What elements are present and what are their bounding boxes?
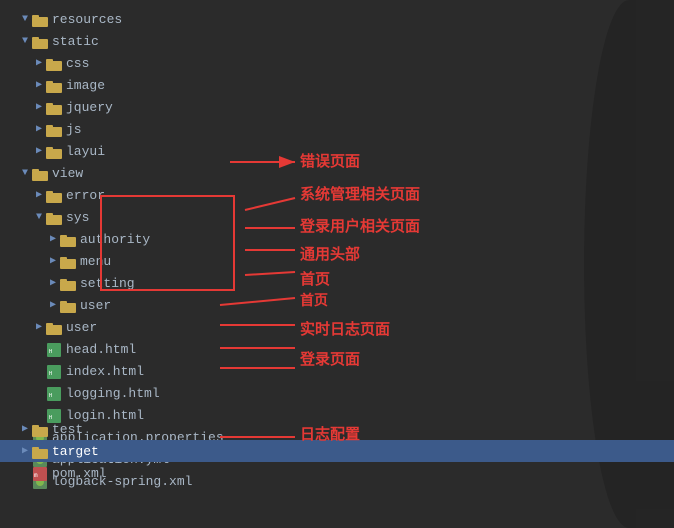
folder-icon bbox=[32, 13, 48, 25]
tree-item[interactable]: layui bbox=[0, 140, 674, 162]
tree-item[interactable]: H head.html bbox=[0, 338, 674, 360]
item-label: layui bbox=[66, 144, 105, 159]
tree-item[interactable]: H logging.html bbox=[0, 382, 674, 404]
maven-file-icon: m bbox=[32, 466, 48, 480]
item-label: resources bbox=[52, 12, 122, 27]
folder-icon bbox=[32, 167, 48, 179]
expand-arrow[interactable] bbox=[18, 445, 32, 457]
item-label: setting bbox=[80, 276, 135, 291]
tree-item[interactable]: css bbox=[0, 52, 674, 74]
folder-icon bbox=[46, 211, 62, 223]
item-label: test bbox=[52, 422, 83, 437]
folder-icon bbox=[46, 321, 62, 333]
folder-icon bbox=[46, 189, 62, 201]
bottom-tree: test target m pom.xml bbox=[0, 418, 674, 484]
tree-item[interactable]: user bbox=[0, 316, 674, 338]
expand-arrow[interactable] bbox=[46, 277, 60, 289]
item-label: head.html bbox=[66, 342, 136, 357]
expand-arrow[interactable] bbox=[46, 233, 60, 245]
expand-arrow[interactable] bbox=[32, 123, 46, 135]
tree-item[interactable]: js bbox=[0, 118, 674, 140]
svg-text:H: H bbox=[49, 349, 52, 355]
item-label: menu bbox=[80, 254, 111, 269]
svg-text:H: H bbox=[49, 371, 52, 377]
item-label: pom.xml bbox=[52, 466, 107, 481]
tree-item[interactable]: user bbox=[0, 294, 674, 316]
item-label: jquery bbox=[66, 100, 113, 115]
expand-arrow[interactable] bbox=[32, 212, 46, 223]
folder-icon bbox=[32, 445, 48, 457]
item-label: error bbox=[66, 188, 105, 203]
expand-arrow[interactable] bbox=[32, 321, 46, 333]
item-label: authority bbox=[80, 232, 150, 247]
tree-item[interactable]: target bbox=[0, 440, 674, 462]
folder-icon bbox=[46, 101, 62, 113]
tree-item[interactable]: sys bbox=[0, 206, 674, 228]
svg-text:H: H bbox=[49, 393, 52, 399]
tree-item[interactable]: setting bbox=[0, 272, 674, 294]
html-file-icon: H bbox=[46, 342, 62, 356]
folder-icon bbox=[32, 35, 48, 47]
expand-arrow[interactable] bbox=[18, 423, 32, 435]
item-label: js bbox=[66, 122, 82, 137]
expand-arrow[interactable] bbox=[32, 79, 46, 91]
expand-arrow[interactable] bbox=[32, 189, 46, 201]
expand-arrow[interactable] bbox=[46, 299, 60, 311]
item-label: index.html bbox=[66, 364, 144, 379]
folder-icon bbox=[46, 145, 62, 157]
tree-item[interactable]: authority bbox=[0, 228, 674, 250]
expand-arrow[interactable] bbox=[18, 168, 32, 179]
item-label: logging.html bbox=[66, 386, 160, 401]
item-label: image bbox=[66, 78, 105, 93]
item-label: sys bbox=[66, 210, 89, 225]
html-file-icon: H bbox=[46, 386, 62, 400]
item-label: user bbox=[66, 320, 97, 335]
item-label: static bbox=[52, 34, 99, 49]
folder-icon bbox=[60, 255, 76, 267]
expand-arrow[interactable] bbox=[18, 14, 32, 25]
tree-item[interactable]: H index.html bbox=[0, 360, 674, 382]
tree-item[interactable]: view bbox=[0, 162, 674, 184]
expand-arrow[interactable] bbox=[32, 101, 46, 113]
expand-arrow[interactable] bbox=[32, 145, 46, 157]
tree-item[interactable]: resources bbox=[0, 8, 674, 30]
item-label: user bbox=[80, 298, 111, 313]
folder-icon bbox=[46, 123, 62, 135]
folder-icon bbox=[46, 79, 62, 91]
tree-item[interactable]: error bbox=[0, 184, 674, 206]
tree-item[interactable]: m pom.xml bbox=[0, 462, 674, 484]
item-label: css bbox=[66, 56, 89, 71]
html-file-icon: H bbox=[46, 364, 62, 378]
svg-text:m: m bbox=[34, 472, 38, 479]
folder-icon bbox=[60, 233, 76, 245]
expand-arrow[interactable] bbox=[32, 57, 46, 69]
tree-item[interactable]: test bbox=[0, 418, 674, 440]
tree-item[interactable]: jquery bbox=[0, 96, 674, 118]
expand-arrow[interactable] bbox=[46, 255, 60, 267]
item-label: target bbox=[52, 444, 99, 459]
folder-icon bbox=[46, 57, 62, 69]
folder-icon bbox=[60, 277, 76, 289]
tree-item[interactable]: static bbox=[0, 30, 674, 52]
tree-item[interactable]: image bbox=[0, 74, 674, 96]
item-label: view bbox=[52, 166, 83, 181]
expand-arrow[interactable] bbox=[18, 36, 32, 47]
folder-icon bbox=[32, 423, 48, 435]
tree-item[interactable]: menu bbox=[0, 250, 674, 272]
folder-icon bbox=[60, 299, 76, 311]
